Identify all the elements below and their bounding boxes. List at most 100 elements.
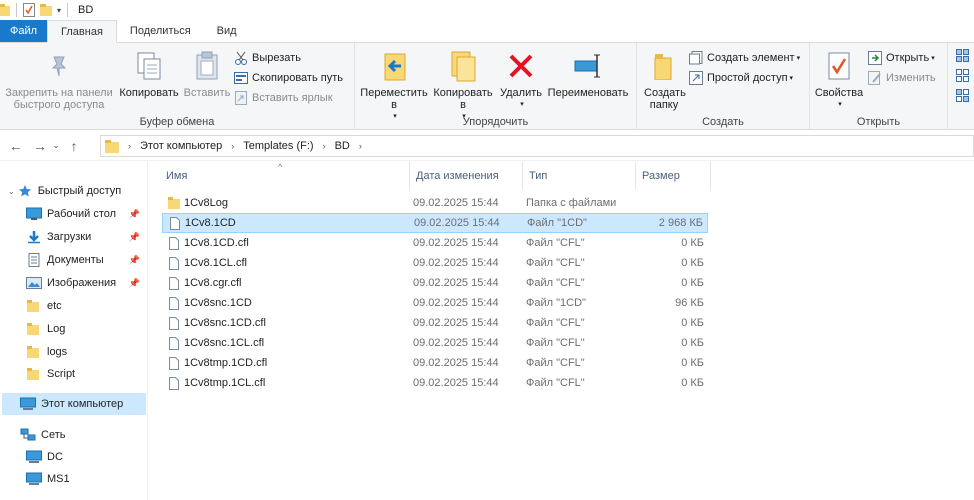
column-header-name[interactable]: Имя	[160, 162, 410, 190]
tab-share[interactable]: Поделиться	[117, 20, 204, 42]
ribbon: Закрепить на панели быстрого доступа Коп…	[0, 43, 974, 130]
nav-quick-access-label: Быстрый доступ	[37, 185, 122, 197]
open-button[interactable]: Открыть ▾	[868, 49, 935, 67]
paste-icon	[192, 49, 222, 83]
file-type: Файл "CFL"	[526, 357, 585, 369]
file-size: 0 КБ	[681, 377, 704, 389]
file-size: 2 968 КБ	[658, 217, 703, 229]
breadcrumb-this-pc[interactable]: Этот компьютер	[140, 140, 222, 152]
breadcrumb-arrow-icon[interactable]: ›	[323, 141, 326, 151]
nav-this-pc[interactable]: Этот компьютер	[2, 393, 146, 415]
file-row[interactable]: 1Cv8.cgr.cfl 09.02.2025 15:44 Файл "CFL"…	[162, 273, 708, 293]
new-folder-button[interactable]: Создать папку	[641, 49, 687, 111]
pin-icon[interactable]: 📌	[129, 232, 140, 243]
copy-to-button[interactable]: Копировать в ▾	[429, 49, 497, 123]
nav-network[interactable]: Сеть	[20, 424, 146, 446]
easy-access-button[interactable]: Простой доступ ▾	[689, 69, 793, 87]
recent-locations-chevron-icon[interactable]: ⌄	[50, 136, 62, 156]
easy-access-icon	[689, 71, 703, 85]
tab-file[interactable]: Файл	[0, 20, 48, 42]
nav-item-documents[interactable]: Документы 📌	[26, 249, 146, 271]
pin-icon[interactable]: 📌	[129, 209, 140, 220]
nav-network-ms1[interactable]: MS1	[26, 468, 146, 490]
delete-button[interactable]: Удалить ▾	[499, 49, 543, 111]
up-arrow-icon[interactable]: ↑	[64, 136, 84, 156]
nav-item-label: logs	[47, 346, 68, 358]
file-row[interactable]: 1Cv8.1CL.cfl 09.02.2025 15:44 Файл "CFL"…	[162, 253, 708, 273]
move-to-button[interactable]: Переместить в ▾	[359, 49, 429, 123]
tab-home[interactable]: Главная	[47, 20, 117, 43]
file-date: 09.02.2025 15:44	[413, 317, 499, 329]
file-row[interactable]: 1Cv8snc.1CD.cfl 09.02.2025 15:44 Файл "C…	[162, 313, 708, 333]
column-header-type[interactable]: Тип	[523, 162, 636, 190]
new-folder-quick-icon[interactable]	[40, 4, 52, 16]
file-row[interactable]: 1Cv8tmp.1CD.cfl 09.02.2025 15:44 Файл "C…	[162, 353, 708, 373]
file-size: 96 КБ	[675, 297, 704, 309]
edit-button[interactable]: Изменить	[868, 69, 936, 87]
tab-view[interactable]: Вид	[204, 20, 250, 42]
file-row[interactable]: 1Cv8.1CD 09.02.2025 15:44 Файл "1CD" 2 9…	[162, 213, 708, 233]
file-date: 09.02.2025 15:44	[413, 357, 499, 369]
nav-item-downloads[interactable]: Загрузки 📌	[26, 226, 146, 248]
nav-item-log[interactable]: Log	[26, 318, 146, 340]
address-bar[interactable]: › Этот компьютер › Templates (F:) › BD ›	[100, 135, 974, 157]
copy-path-button[interactable]: Скопировать путь	[234, 69, 343, 87]
breadcrumb-arrow-icon[interactable]: ›	[128, 141, 131, 151]
file-name: 1Cv8snc.1CD	[184, 297, 252, 309]
file-row[interactable]: 1Cv8tmp.1CL.cfl 09.02.2025 15:44 Файл "C…	[162, 373, 708, 393]
easy-access-label: Простой доступ	[707, 72, 788, 84]
cut-label: Вырезать	[252, 52, 301, 64]
properties-quick-icon[interactable]	[23, 3, 35, 17]
nav-item-etc[interactable]: etc	[26, 295, 146, 317]
breadcrumb-templates[interactable]: Templates (F:)	[243, 140, 313, 152]
collapse-chevron-icon[interactable]: ⌄	[8, 187, 15, 196]
column-header-date[interactable]: Дата изменения	[410, 162, 523, 190]
open-group: Свойства ▾ Открыть ▾ Изменить Открыть	[810, 43, 948, 130]
copy-button[interactable]: Копировать	[116, 49, 182, 99]
breadcrumb-arrow-icon[interactable]: ›	[359, 141, 362, 151]
file-row[interactable]: 1Cv8Log 09.02.2025 15:44 Папка с файлами	[162, 193, 708, 213]
nav-item-script[interactable]: Script	[26, 363, 146, 385]
invert-selection-icon[interactable]	[956, 89, 970, 106]
nav-network-item-label: MS1	[47, 473, 70, 485]
back-arrow-icon[interactable]: ←	[6, 136, 26, 156]
paste-shortcut-button[interactable]: Вставить ярлык	[234, 89, 333, 107]
new-item-button[interactable]: Создать элемент ▾	[689, 49, 800, 67]
nav-quick-access[interactable]: ⌄ Быстрый доступ	[8, 180, 146, 202]
select-all-icon[interactable]	[956, 49, 970, 66]
nav-item-label: Загрузки	[47, 231, 92, 243]
pin-quick-access-button[interactable]: Закрепить на панели быстрого доступа	[4, 49, 114, 111]
nav-item-desktop[interactable]: Рабочий стол 📌	[26, 203, 146, 225]
navigation-pane: ⌄ Быстрый доступ Рабочий стол 📌 Загрузки…	[0, 162, 148, 500]
column-header-size[interactable]: Размер	[636, 162, 711, 190]
paste-button[interactable]: Вставить	[182, 49, 232, 99]
nav-network-dc[interactable]: DC	[26, 446, 146, 468]
properties-button[interactable]: Свойства ▾	[814, 49, 864, 111]
file-type: Файл "CFL"	[526, 317, 585, 329]
pin-icon[interactable]: 📌	[129, 278, 140, 289]
select-none-icon[interactable]	[956, 69, 970, 86]
file-icon	[168, 236, 180, 250]
cut-button[interactable]: Вырезать	[234, 49, 301, 67]
folder-icon	[0, 4, 10, 16]
rename-button[interactable]: Переименовать	[545, 49, 631, 99]
divider	[67, 3, 69, 17]
customize-toolbar-icon[interactable]: ▾	[57, 6, 61, 15]
properties-icon	[824, 49, 854, 83]
delete-label: Удалить	[500, 87, 542, 99]
breadcrumb-bd[interactable]: BD	[335, 140, 350, 152]
breadcrumb-arrow-icon[interactable]: ›	[231, 141, 234, 151]
properties-label: Свойства	[814, 87, 864, 99]
file-size: 0 КБ	[681, 257, 704, 269]
file-icon	[168, 376, 180, 390]
file-size: 0 КБ	[681, 277, 704, 289]
nav-item-pictures[interactable]: Изображения 📌	[26, 272, 146, 294]
file-row[interactable]: 1Cv8.1CD.cfl 09.02.2025 15:44 Файл "CFL"…	[162, 233, 708, 253]
breadcrumb: › Этот компьютер › Templates (F:) › BD ›	[119, 140, 371, 152]
file-row[interactable]: 1Cv8snc.1CD 09.02.2025 15:44 Файл "1CD" …	[162, 293, 708, 313]
pin-icon[interactable]: 📌	[129, 255, 140, 266]
nav-item-logs[interactable]: logs	[26, 341, 146, 363]
file-row[interactable]: 1Cv8snc.1CL.cfl 09.02.2025 15:44 Файл "C…	[162, 333, 708, 353]
forward-arrow-icon[interactable]: →	[30, 136, 50, 156]
file-size: 0 КБ	[681, 357, 704, 369]
